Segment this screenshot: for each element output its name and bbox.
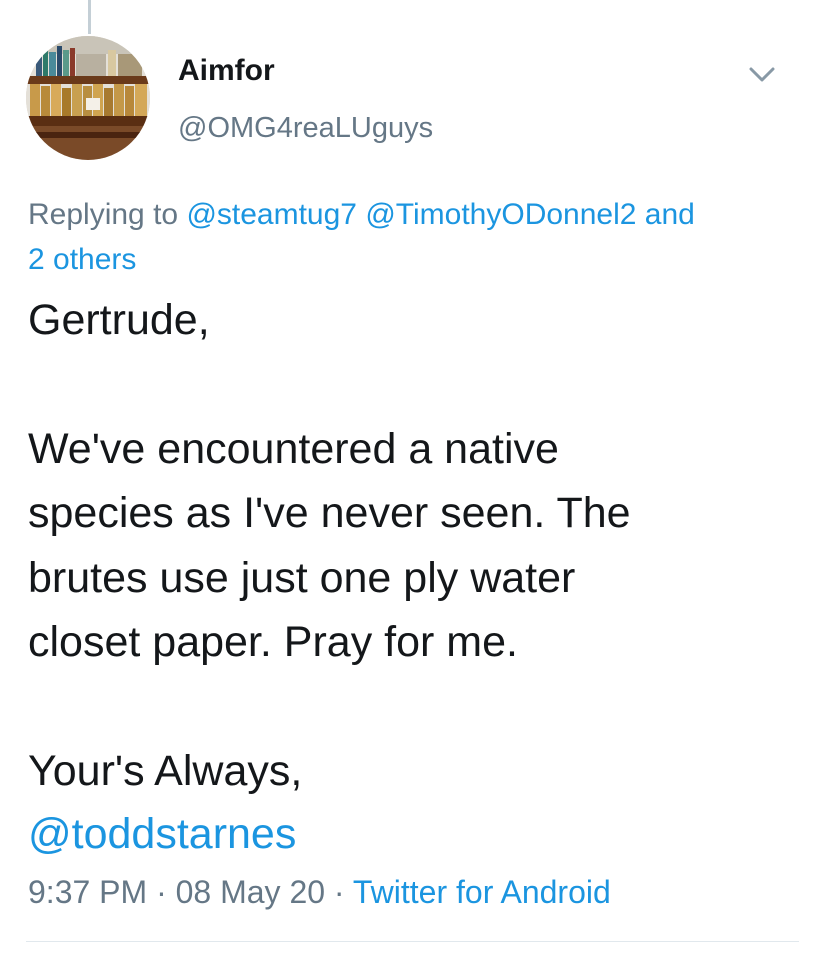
tweet-mention-link[interactable]: @toddstarnes	[28, 802, 296, 866]
meta-separator: ·	[147, 874, 176, 910]
divider	[26, 941, 799, 942]
chevron-down-icon[interactable]	[747, 62, 777, 86]
others-link[interactable]: 2 others	[28, 243, 136, 276]
author-name[interactable]: Aimfor	[178, 54, 275, 88]
avatar[interactable]	[26, 36, 150, 160]
meta-separator: ·	[325, 874, 353, 910]
replying-to-label: Replying to	[28, 198, 187, 231]
author-handle[interactable]: @OMG4reaLUguys	[178, 112, 433, 145]
thread-connector-line	[88, 0, 91, 34]
mention-link[interactable]: @TimothyODonnel2	[365, 198, 636, 231]
tweet-source-link[interactable]: Twitter for Android	[353, 874, 611, 910]
replying-to: Replying to @steamtug7 @TimothyODonnel2 …	[28, 192, 798, 282]
tweet-date: 08 May 20	[175, 874, 326, 910]
mention-link[interactable]: @steamtug7	[186, 198, 357, 231]
tweet-meta: 9:37 PM · 08 May 20 · Twitter for Androi…	[28, 872, 611, 912]
replying-to-joiner[interactable]: and	[636, 198, 695, 231]
tweet-text: Gertrude, We've encountered a native spe…	[28, 296, 631, 795]
bookshelf-avatar-icon	[26, 36, 150, 160]
tweet-time: 9:37 PM	[28, 874, 148, 910]
